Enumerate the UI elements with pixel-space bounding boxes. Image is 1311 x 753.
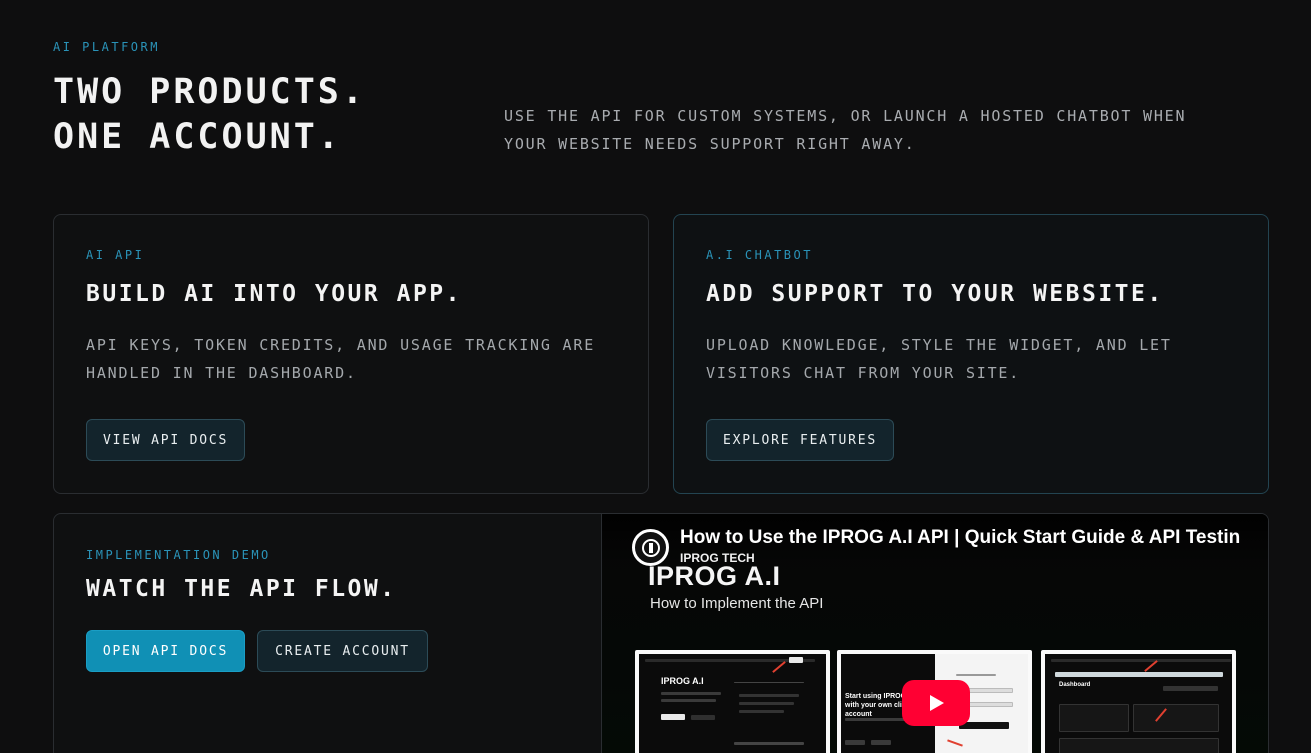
page-title-line-1: TWO PRODUCTS. <box>53 72 366 112</box>
thumbnail-1-heading: IPROG A.I <box>661 676 704 686</box>
page-title-line-2: ONE ACCOUNT. <box>53 117 342 157</box>
thumbnail-3-heading: Dashboard <box>1059 682 1091 688</box>
page-subtitle: USE THE API FOR CUSTOM SYSTEMS, OR LAUNC… <box>504 107 1187 153</box>
open-api-docs-button[interactable]: OPEN API DOCS <box>86 630 245 672</box>
youtube-play-button[interactable] <box>902 680 970 726</box>
play-icon <box>930 695 944 711</box>
implementation-demo-section: IMPLEMENTATION DEMO WATCH THE API FLOW. … <box>53 513 1269 753</box>
page-title: TWO PRODUCTS. ONE ACCOUNT. <box>53 70 366 160</box>
thumbnail-1-screen: IPROG A.I <box>639 654 826 753</box>
video-brand-heading: IPROG A.I <box>648 561 781 591</box>
demo-title: WATCH THE API FLOW. <box>86 576 397 602</box>
create-account-button[interactable]: CREATE ACCOUNT <box>257 630 428 672</box>
chatbot-card-title: ADD SUPPORT TO YOUR WEBSITE. <box>706 281 1164 307</box>
view-api-docs-button[interactable]: VIEW API DOCS <box>86 419 246 461</box>
thumbnail-3-screen: Dashboard <box>1045 654 1232 753</box>
chatbot-card-description: UPLOAD KNOWLEDGE, STYLE THE WIDGET, AND … <box>706 336 1172 382</box>
eyebrow-label: AI PLATFORM <box>53 40 160 54</box>
api-card-tag: AI API <box>86 248 145 262</box>
explore-features-button[interactable]: EXPLORE FEATURES <box>706 419 895 461</box>
api-card-description: API KEYS, TOKEN CREDITS, AND USAGE TRACK… <box>86 336 596 382</box>
chatbot-card: A.I CHATBOT ADD SUPPORT TO YOUR WEBSITE.… <box>673 214 1269 494</box>
video-subtitle: How to Implement the API <box>650 595 824 612</box>
video-thumbnail-1: IPROG A.I <box>635 650 830 753</box>
video-thumbnail-3: Dashboard <box>1041 650 1236 753</box>
video-player[interactable]: How to Use the IPROG A.I API | Quick Sta… <box>601 514 1268 753</box>
api-card: AI API BUILD AI INTO YOUR APP. API KEYS,… <box>53 214 649 494</box>
video-title[interactable]: How to Use the IPROG A.I API | Quick Sta… <box>680 527 1268 549</box>
demo-tag: IMPLEMENTATION DEMO <box>86 548 271 562</box>
channel-logo-icon <box>641 538 660 557</box>
chatbot-card-tag: A.I CHATBOT <box>706 248 813 262</box>
api-card-title: BUILD AI INTO YOUR APP. <box>86 281 462 307</box>
